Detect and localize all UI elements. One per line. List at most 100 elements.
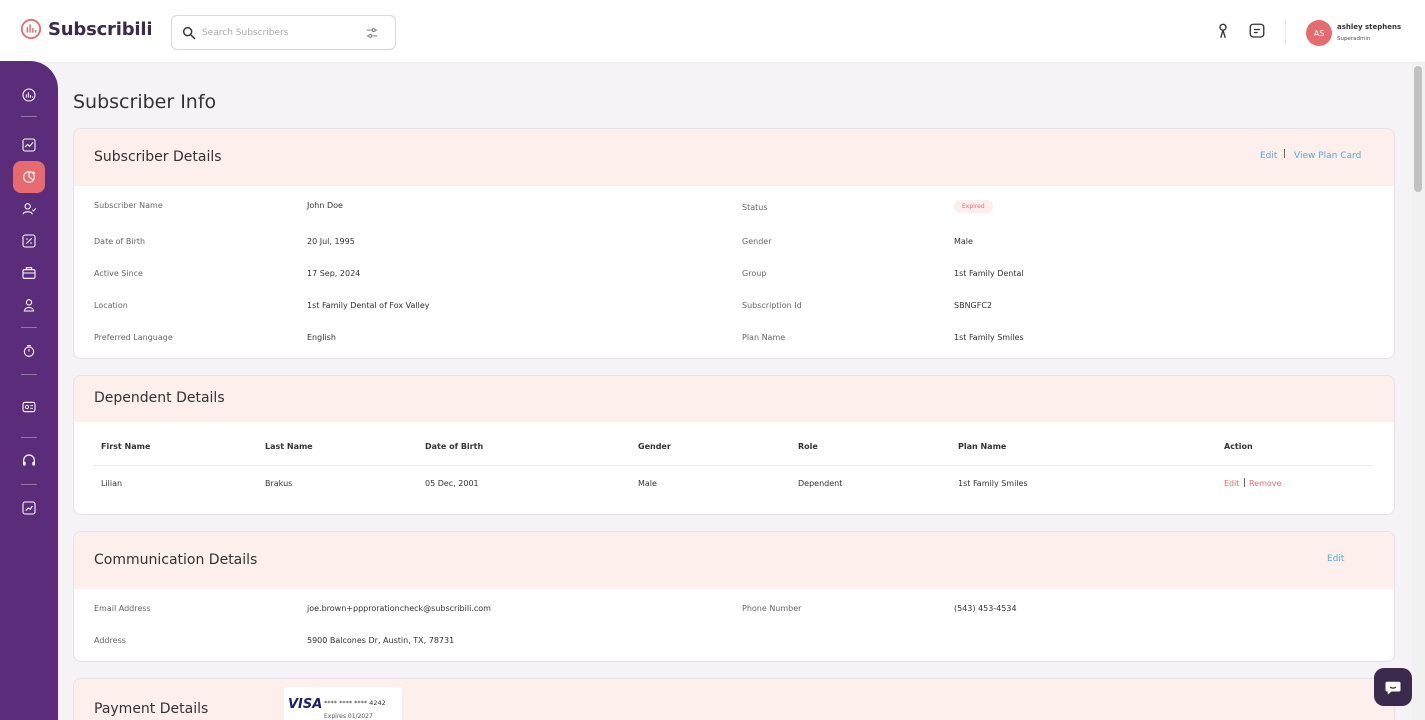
field-label: Location	[94, 301, 128, 310]
payment-card[interactable]: VISA **** **** **** 4242 Expires 01/2027	[284, 687, 402, 720]
support-icon	[23, 454, 35, 466]
field-value: John Doe	[307, 201, 343, 210]
card-header: Subscriber Details Edit | View Plan Card	[74, 129, 1394, 186]
card-title: Dependent Details	[94, 390, 225, 406]
field-value: 1st Family Dental of Fox Valley	[307, 301, 430, 310]
sidebar-item-support[interactable]	[13, 445, 45, 477]
sidebar-item-discounts[interactable]	[13, 225, 45, 257]
column-header: Date of Birth	[425, 442, 484, 451]
field-label: Email Address	[94, 604, 151, 613]
topbar-divider	[1285, 20, 1286, 44]
filter-icon[interactable]	[365, 26, 379, 40]
subscriptions-icon	[23, 171, 36, 183]
sidebar-item-billing[interactable]	[13, 391, 45, 423]
field-value: 1st Family Dental	[954, 269, 1024, 278]
sidebar-divider	[21, 374, 37, 375]
field-label: Subscription Id	[742, 301, 802, 310]
table-cell: Male	[638, 479, 657, 488]
field-label: Preferred Language	[94, 333, 173, 342]
sidebar-item-plans[interactable]	[13, 257, 45, 289]
field-label: Phone Number	[742, 604, 802, 613]
card-title: Communication Details	[94, 552, 258, 568]
sidebar-item-reports[interactable]	[13, 492, 45, 524]
email-value: joe.brown+ppprorationcheck@subscribili.c…	[307, 604, 491, 613]
user-role: Superadmin	[1337, 36, 1371, 42]
edit-dependent-link[interactable]: Edit	[1224, 479, 1240, 488]
sidebar-divider	[21, 116, 37, 117]
subscriber-details-card: Subscriber Details Edit | View Plan Card…	[73, 128, 1395, 359]
visa-logo-icon: VISA	[288, 697, 323, 712]
card-header: Dependent Details	[74, 376, 1394, 422]
members-icon	[23, 299, 35, 312]
edit-link[interactable]: Edit	[1260, 151, 1277, 161]
field-label: Date of Birth	[94, 237, 146, 246]
sidebar	[0, 61, 58, 720]
link-separator: |	[1283, 149, 1287, 159]
link-separator: |	[1243, 478, 1247, 488]
message-icon[interactable]	[1248, 22, 1266, 40]
communication-details-card: Communication Details Edit Email Address…	[73, 531, 1395, 662]
field-value: 20 Jul, 1995	[307, 237, 355, 246]
logo-mark-icon	[20, 18, 42, 40]
field-value: Male	[954, 237, 973, 246]
sidebar-divider	[21, 484, 37, 485]
column-header: Action	[1224, 442, 1253, 451]
dashboard-icon	[22, 88, 36, 102]
settings-icon	[23, 345, 35, 357]
field-value: SBNGFC2	[954, 301, 993, 310]
column-header: Plan Name	[958, 442, 1007, 451]
field-label: Group	[742, 269, 767, 278]
chat-button[interactable]	[1374, 668, 1412, 706]
table-divider	[94, 465, 1374, 466]
card-title: Subscriber Details	[94, 149, 222, 165]
field-label: Status	[742, 203, 768, 212]
table-cell: Brakus	[265, 479, 293, 488]
card-header: Payment Details VISA **** **** **** 4242…	[74, 679, 1394, 720]
search-icon	[182, 26, 196, 40]
field-label: Subscriber Name	[94, 201, 163, 210]
search-box[interactable]	[171, 15, 396, 50]
card-title: Payment Details	[94, 701, 209, 717]
table-cell: 1st Family Smiles	[958, 479, 1028, 488]
card-header: Communication Details Edit	[74, 532, 1394, 589]
field-label: Gender	[742, 237, 772, 246]
user-name[interactable]: ashley stephens	[1337, 23, 1401, 31]
field-value: 17 Sep, 2024	[307, 269, 361, 278]
avatar[interactable]: AS	[1306, 20, 1332, 46]
field-label: Active Since	[94, 269, 143, 278]
address-value: 5900 Balcones Dr, Austin, TX, 78731	[307, 636, 455, 645]
sidebar-item-users[interactable]	[13, 193, 45, 225]
sidebar-item-settings[interactable]	[13, 335, 45, 367]
plans-icon	[22, 267, 36, 279]
edit-communication-link[interactable]: Edit	[1327, 554, 1344, 564]
card-expiry: Expires 01/2027	[324, 713, 373, 720]
field-value: 1st Family Smiles	[954, 333, 1024, 342]
column-header: Last Name	[265, 442, 313, 451]
status-badge: Expired	[954, 200, 993, 213]
table-cell: 05 Dec, 2001	[425, 479, 479, 488]
user-icon[interactable]	[1214, 22, 1232, 40]
payment-details-card: Payment Details VISA **** **** **** 4242…	[73, 678, 1395, 720]
card-number: **** **** **** 4242	[324, 699, 386, 707]
top-bar: Subscribili AS ashley stephens Superadmi…	[0, 0, 1425, 63]
sidebar-item-dashboard[interactable]	[13, 79, 45, 111]
page-title: Subscriber Info	[73, 91, 217, 113]
sidebar-item-subscriptions[interactable]	[13, 161, 45, 193]
field-value: English	[307, 333, 336, 342]
remove-dependent-link[interactable]: Remove	[1249, 479, 1281, 488]
reports-icon	[22, 501, 36, 515]
search-input[interactable]	[202, 24, 352, 42]
chat-icon	[1385, 681, 1401, 695]
dependent-details-card: Dependent Details First Name Last Name D…	[73, 375, 1395, 515]
users-icon	[22, 203, 37, 215]
table-cell: Lilian	[101, 479, 123, 488]
column-header: Role	[798, 442, 818, 451]
sidebar-item-members[interactable]	[13, 289, 45, 321]
sidebar-item-analytics[interactable]	[13, 129, 45, 161]
column-header: First Name	[101, 442, 151, 451]
phone-value: (543) 453-4534	[954, 604, 1017, 613]
scrollbar-thumb[interactable]	[1414, 66, 1422, 192]
app-name: Subscribili	[48, 18, 153, 40]
app-logo[interactable]: Subscribili	[20, 18, 152, 40]
view-plan-card-link[interactable]: View Plan Card	[1294, 151, 1361, 161]
